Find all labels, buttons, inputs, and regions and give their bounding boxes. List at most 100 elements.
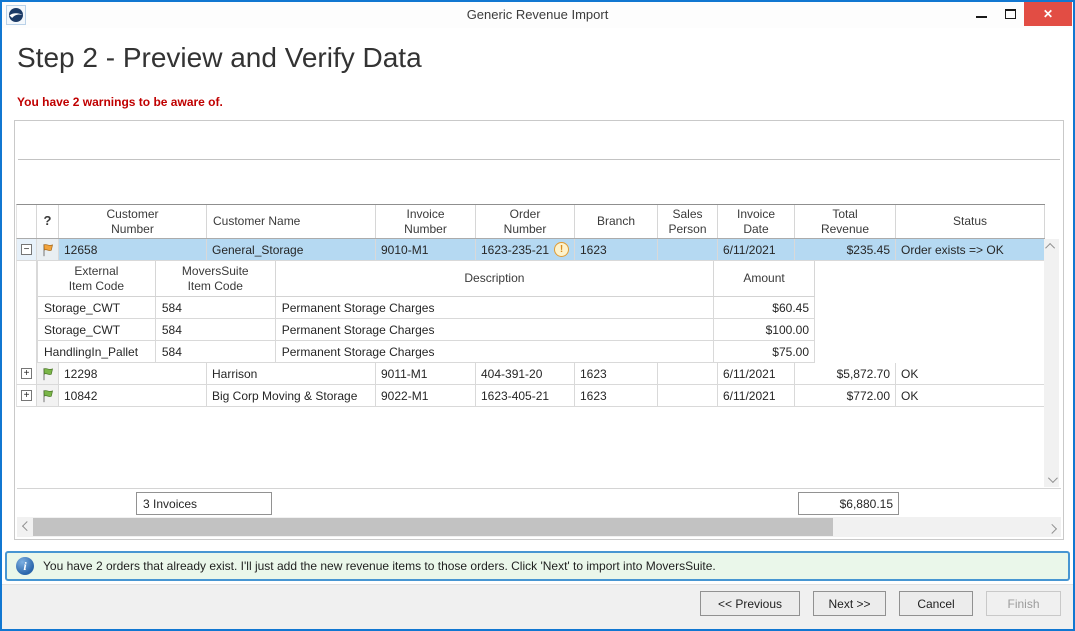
minimize-icon [976, 16, 987, 18]
finish-button[interactable]: Finish [986, 591, 1061, 616]
divider [18, 159, 1060, 160]
external-item-code-header: External Item Code [38, 261, 156, 296]
moverssuite-item-code-cell: 584 [156, 297, 276, 318]
branch-cell: 1623 [575, 239, 658, 260]
total-revenue-cell: $235.45 [795, 239, 896, 260]
amount-header: Amount [714, 261, 815, 296]
warning-message: You have 2 warnings to be aware of. [17, 95, 223, 109]
description-header: Description [276, 261, 714, 296]
horizontal-scrollbar[interactable] [17, 517, 1061, 537]
customer-number-cell: 10842 [59, 385, 207, 406]
total-revenue-cell: $5,872.70 [795, 363, 896, 384]
preview-panel: ? Customer Number Customer Name Invoice … [14, 120, 1064, 540]
moverssuite-item-code-cell: 584 [156, 319, 276, 340]
info-bar: i You have 2 orders that already exist. … [5, 551, 1070, 581]
close-icon: ✕ [1043, 7, 1053, 21]
branch-header: Branch [575, 205, 658, 238]
button-strip: << Previous Next >> Cancel Finish [2, 584, 1073, 629]
invoice-number-cell: 9010-M1 [376, 239, 476, 260]
next-button[interactable]: Next >> [813, 591, 886, 616]
scroll-up-icon[interactable] [1044, 239, 1059, 254]
description-cell: Permanent Storage Charges [276, 341, 714, 362]
customer-number-header: Customer Number [59, 205, 207, 238]
invoice-number-header: Invoice Number [376, 205, 476, 238]
sales-person-cell [658, 385, 718, 406]
detail-row[interactable]: Storage_CWT 584 Permanent Storage Charge… [38, 297, 815, 319]
detail-row[interactable]: Storage_CWT 584 Permanent Storage Charge… [38, 319, 815, 341]
app-icon [6, 5, 26, 25]
invoice-number-cell: 9011-M1 [376, 363, 476, 384]
detail-header-row: External Item Code MoversSuite Item Code… [38, 261, 815, 297]
maximize-icon [1005, 9, 1016, 19]
scroll-left-icon[interactable] [17, 517, 33, 537]
previous-button[interactable]: << Previous [700, 591, 800, 616]
minimize-button[interactable] [966, 2, 996, 26]
cancel-button[interactable]: Cancel [899, 591, 973, 616]
generic-revenue-import-window: Generic Revenue Import ✕ Step 2 - Previe… [0, 0, 1075, 631]
table-row[interactable]: + 12298 Harrison 9011-M1 404-391-20 1623… [16, 363, 1045, 385]
branch-cell: 1623 [575, 363, 658, 384]
scroll-right-icon[interactable] [1045, 517, 1061, 537]
amount-cell: $75.00 [714, 341, 815, 362]
invoice-count-box: 3 Invoices [136, 492, 272, 515]
detail-grid: External Item Code MoversSuite Item Code… [16, 261, 1045, 363]
info-message: You have 2 orders that already exist. I'… [43, 559, 716, 573]
customer-number-cell: 12298 [59, 363, 207, 384]
amount-cell: $100.00 [714, 319, 815, 340]
expander-column-header [17, 205, 37, 238]
order-number-cell: 1623-235-21 ! [476, 239, 575, 260]
order-number-cell: 1623-405-21 [476, 385, 575, 406]
invoice-number-cell: 9022-M1 [376, 385, 476, 406]
detail-indent [17, 261, 37, 363]
customer-number-cell: 12658 [59, 239, 207, 260]
page-title: Step 2 - Preview and Verify Data [17, 42, 422, 74]
external-item-code-cell: Storage_CWT [38, 297, 156, 318]
moverssuite-item-code-header: MoversSuite Item Code [156, 261, 276, 296]
maximize-button[interactable] [996, 2, 1024, 26]
divider [17, 488, 1061, 489]
branch-cell: 1623 [575, 385, 658, 406]
green-flag-icon [37, 363, 59, 384]
orange-flag-icon [37, 239, 59, 260]
scroll-down-icon[interactable] [1044, 472, 1059, 487]
description-cell: Permanent Storage Charges [276, 297, 714, 318]
amount-cell: $60.45 [714, 297, 815, 318]
sales-person-header: Sales Person [658, 205, 718, 238]
moverssuite-item-code-cell: 584 [156, 341, 276, 362]
order-warning-icon[interactable]: ! [554, 242, 569, 257]
expand-expander[interactable]: + [21, 368, 32, 379]
detail-row[interactable]: HandlingIn_Pallet 584 Permanent Storage … [38, 341, 815, 363]
order-number-value: 1623-235-21 [481, 243, 549, 257]
order-number-cell: 404-391-20 [476, 363, 575, 384]
green-flag-icon [37, 385, 59, 406]
order-number-header: Order Number [476, 205, 575, 238]
sales-person-cell [658, 363, 718, 384]
close-button[interactable]: ✕ [1024, 2, 1072, 26]
title-bar: Generic Revenue Import ✕ [2, 2, 1073, 28]
row-collapse-cell: − [17, 239, 37, 260]
collapse-expander[interactable]: − [21, 244, 32, 255]
grid-header-row: ? Customer Number Customer Name Invoice … [16, 204, 1045, 239]
total-revenue-header: Total Revenue [795, 205, 896, 238]
scrollbar-thumb[interactable] [33, 518, 833, 536]
invoice-date-cell: 6/11/2021 [718, 363, 795, 384]
help-column-header: ? [37, 205, 59, 238]
revenue-total-box: $6,880.15 [798, 492, 899, 515]
table-row[interactable]: + 10842 Big Corp Moving & Storage 9022-M… [16, 385, 1045, 407]
customer-name-header: Customer Name [207, 205, 376, 238]
status-header: Status [896, 205, 1045, 238]
status-cell: OK [896, 385, 1045, 406]
customer-name-cell: General_Storage [207, 239, 376, 260]
customer-name-cell: Harrison [207, 363, 376, 384]
sales-person-cell [658, 239, 718, 260]
info-icon: i [16, 557, 34, 575]
external-item-code-cell: Storage_CWT [38, 319, 156, 340]
window-title: Generic Revenue Import [2, 2, 1073, 28]
table-row[interactable]: − 12658 General_Storage 9010-M1 1623-235… [16, 239, 1045, 261]
expand-expander[interactable]: + [21, 390, 32, 401]
status-cell: OK [896, 363, 1045, 384]
invoice-date-cell: 6/11/2021 [718, 385, 795, 406]
vertical-scrollbar[interactable] [1044, 239, 1059, 487]
row-expand-cell: + [17, 363, 37, 384]
description-cell: Permanent Storage Charges [276, 319, 714, 340]
